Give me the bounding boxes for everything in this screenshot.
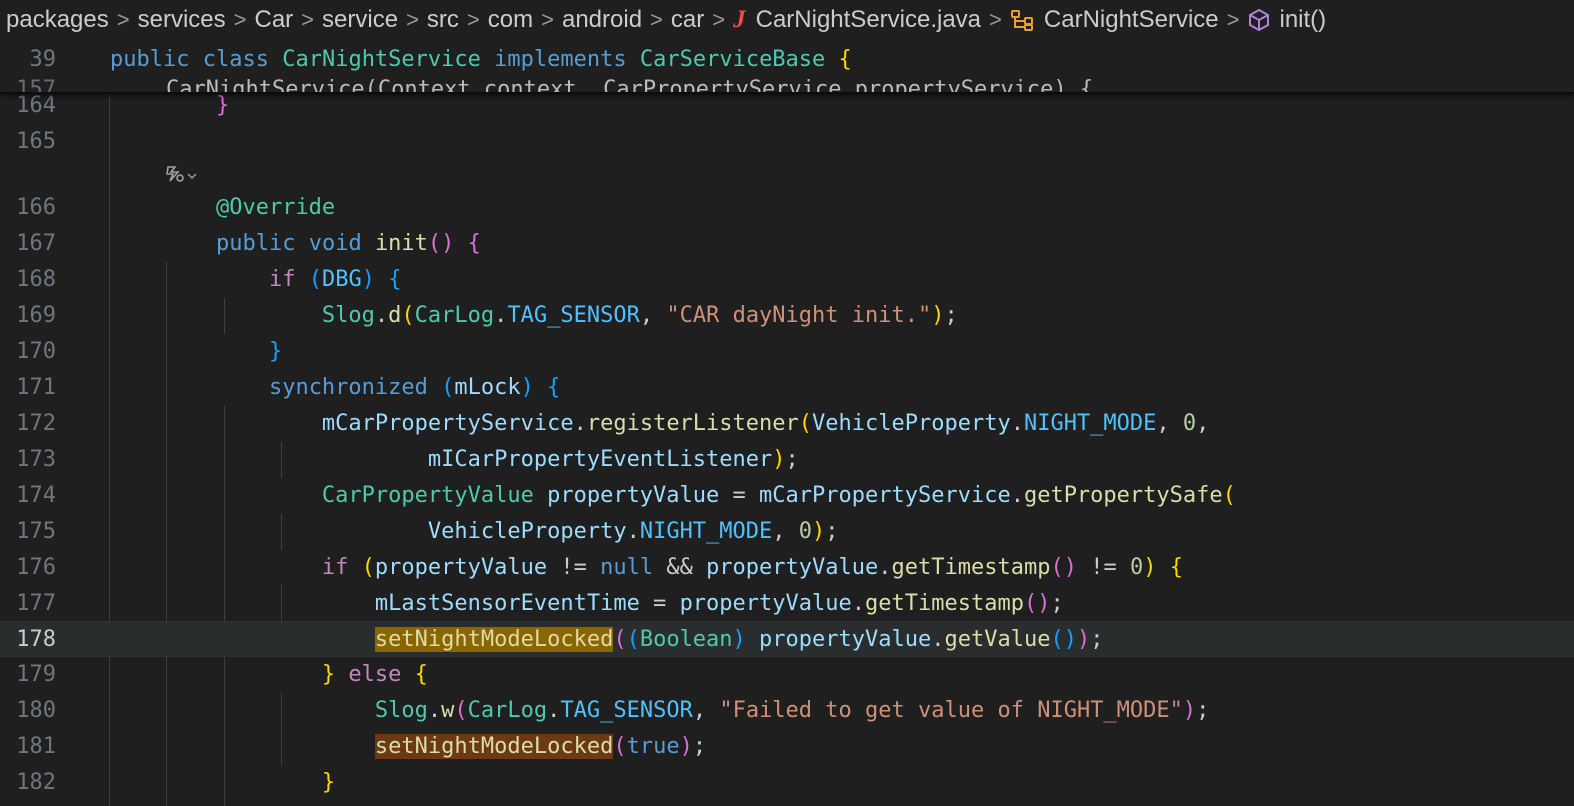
code-text[interactable]: if (DBG) { xyxy=(110,262,402,298)
code-line-171[interactable]: 171 synchronized (mLock) { xyxy=(0,370,1574,406)
line-number: 180 xyxy=(16,698,56,723)
line-number: 182 xyxy=(16,770,56,795)
code-text[interactable]: setNightModeLocked((Boolean) propertyVal… xyxy=(110,622,1103,658)
code-line-173[interactable]: 173 mICarPropertyEventListener); xyxy=(0,442,1574,478)
code-text[interactable]: mICarPropertyEventListener); xyxy=(110,442,799,478)
code-line-170[interactable]: 170 } xyxy=(0,334,1574,370)
code-text[interactable]: if (propertyValue != null && propertyVal… xyxy=(110,550,1183,586)
code-text[interactable]: CarPropertyValue propertyValue = mCarPro… xyxy=(110,478,1236,514)
line-number: 169 xyxy=(16,303,56,328)
line-number: 179 xyxy=(16,662,56,687)
highlighted-symbol: setNightModeLocked xyxy=(374,627,614,652)
code-text[interactable]: } xyxy=(110,88,229,124)
copilot-sparkle-icon[interactable] xyxy=(164,163,186,189)
line-number: 175 xyxy=(16,519,56,544)
highlighted-symbol-occurrence: setNightModeLocked xyxy=(374,734,614,759)
line-number: 157 xyxy=(16,77,56,93)
code-text[interactable]: Slog.d(CarLog.TAG_SENSOR, "CAR dayNight … xyxy=(110,298,958,334)
code-line-164[interactable]: 164 } xyxy=(0,88,1574,124)
code-text[interactable]: } xyxy=(110,334,282,370)
sticky-scroll-header[interactable]: 39 public class CarNightService implemen… xyxy=(0,40,1574,93)
code-line-177[interactable]: 177 mLastSensorEventTime = propertyValue… xyxy=(0,586,1574,622)
code-editor[interactable]: 164 } 165 166 @Override 167 public void … xyxy=(0,0,1574,806)
line-number: 170 xyxy=(16,339,56,364)
code-line-181[interactable]: 181 setNightModeLocked(true); xyxy=(0,729,1574,765)
code-text[interactable]: VehicleProperty.NIGHT_MODE, 0); xyxy=(110,514,839,550)
code-line-180[interactable]: 180 Slog.w(CarLog.TAG_SENSOR, "Failed to… xyxy=(0,693,1574,729)
code-line-174[interactable]: 174 CarPropertyValue propertyValue = mCa… xyxy=(0,478,1574,514)
code-line-168[interactable]: 168 if (DBG) { xyxy=(0,262,1574,298)
line-number: 174 xyxy=(16,483,56,508)
code-text[interactable]: } xyxy=(110,765,335,801)
line-number: 181 xyxy=(16,734,56,759)
line-number: 164 xyxy=(16,93,56,118)
code-line-178-current[interactable]: 178 setNightModeLocked((Boolean) propert… xyxy=(0,621,1574,657)
code-line-176[interactable]: 176 if (propertyValue != null && propert… xyxy=(0,550,1574,586)
code-text[interactable]: } else { xyxy=(110,657,428,693)
line-number: 171 xyxy=(16,375,56,400)
code-text[interactable]: mLastSensorEventTime = propertyValue.get… xyxy=(110,586,1064,622)
line-number: 177 xyxy=(16,591,56,616)
line-number: 172 xyxy=(16,411,56,436)
code-line: CarNightService(Context context, CarProp… xyxy=(166,77,1094,93)
code-line-172[interactable]: 172 mCarPropertyService.registerListener… xyxy=(0,406,1574,442)
line-number: 168 xyxy=(16,267,56,292)
code-line-166[interactable]: 166 @Override xyxy=(0,190,1574,226)
line-number: 165 xyxy=(16,129,56,154)
line-number: 166 xyxy=(16,195,56,220)
code-text[interactable]: @Override xyxy=(110,190,335,226)
line-number: 176 xyxy=(16,555,56,580)
code-text[interactable]: setNightModeLocked(true); xyxy=(110,729,706,765)
chevron-down-icon[interactable] xyxy=(186,167,198,186)
code-line-179[interactable]: 179 } else { xyxy=(0,657,1574,693)
code-line-167[interactable]: 167 public void init() { xyxy=(0,226,1574,262)
copilot-code-action[interactable] xyxy=(164,164,198,188)
code-line-175[interactable]: 175 VehicleProperty.NIGHT_MODE, 0); xyxy=(0,514,1574,550)
line-number: 173 xyxy=(16,447,56,472)
code-line-169[interactable]: 169 Slog.d(CarLog.TAG_SENSOR, "CAR dayNi… xyxy=(0,298,1574,334)
code-text[interactable]: Slog.w(CarLog.TAG_SENSOR, "Failed to get… xyxy=(110,693,1210,729)
code-text[interactable]: synchronized (mLock) { xyxy=(110,370,560,406)
sticky-line-partial: 157 CarNightService(Context context, Car… xyxy=(0,72,1574,93)
line-number: 167 xyxy=(16,231,56,256)
line-number-active: 178 xyxy=(16,627,56,652)
code-line-165[interactable]: 165 xyxy=(0,124,1574,160)
code-line-182[interactable]: 182 } xyxy=(0,765,1574,801)
code-text[interactable]: public void init() { xyxy=(110,226,481,262)
code-text[interactable]: mCarPropertyService.registerListener(Veh… xyxy=(110,406,1209,442)
